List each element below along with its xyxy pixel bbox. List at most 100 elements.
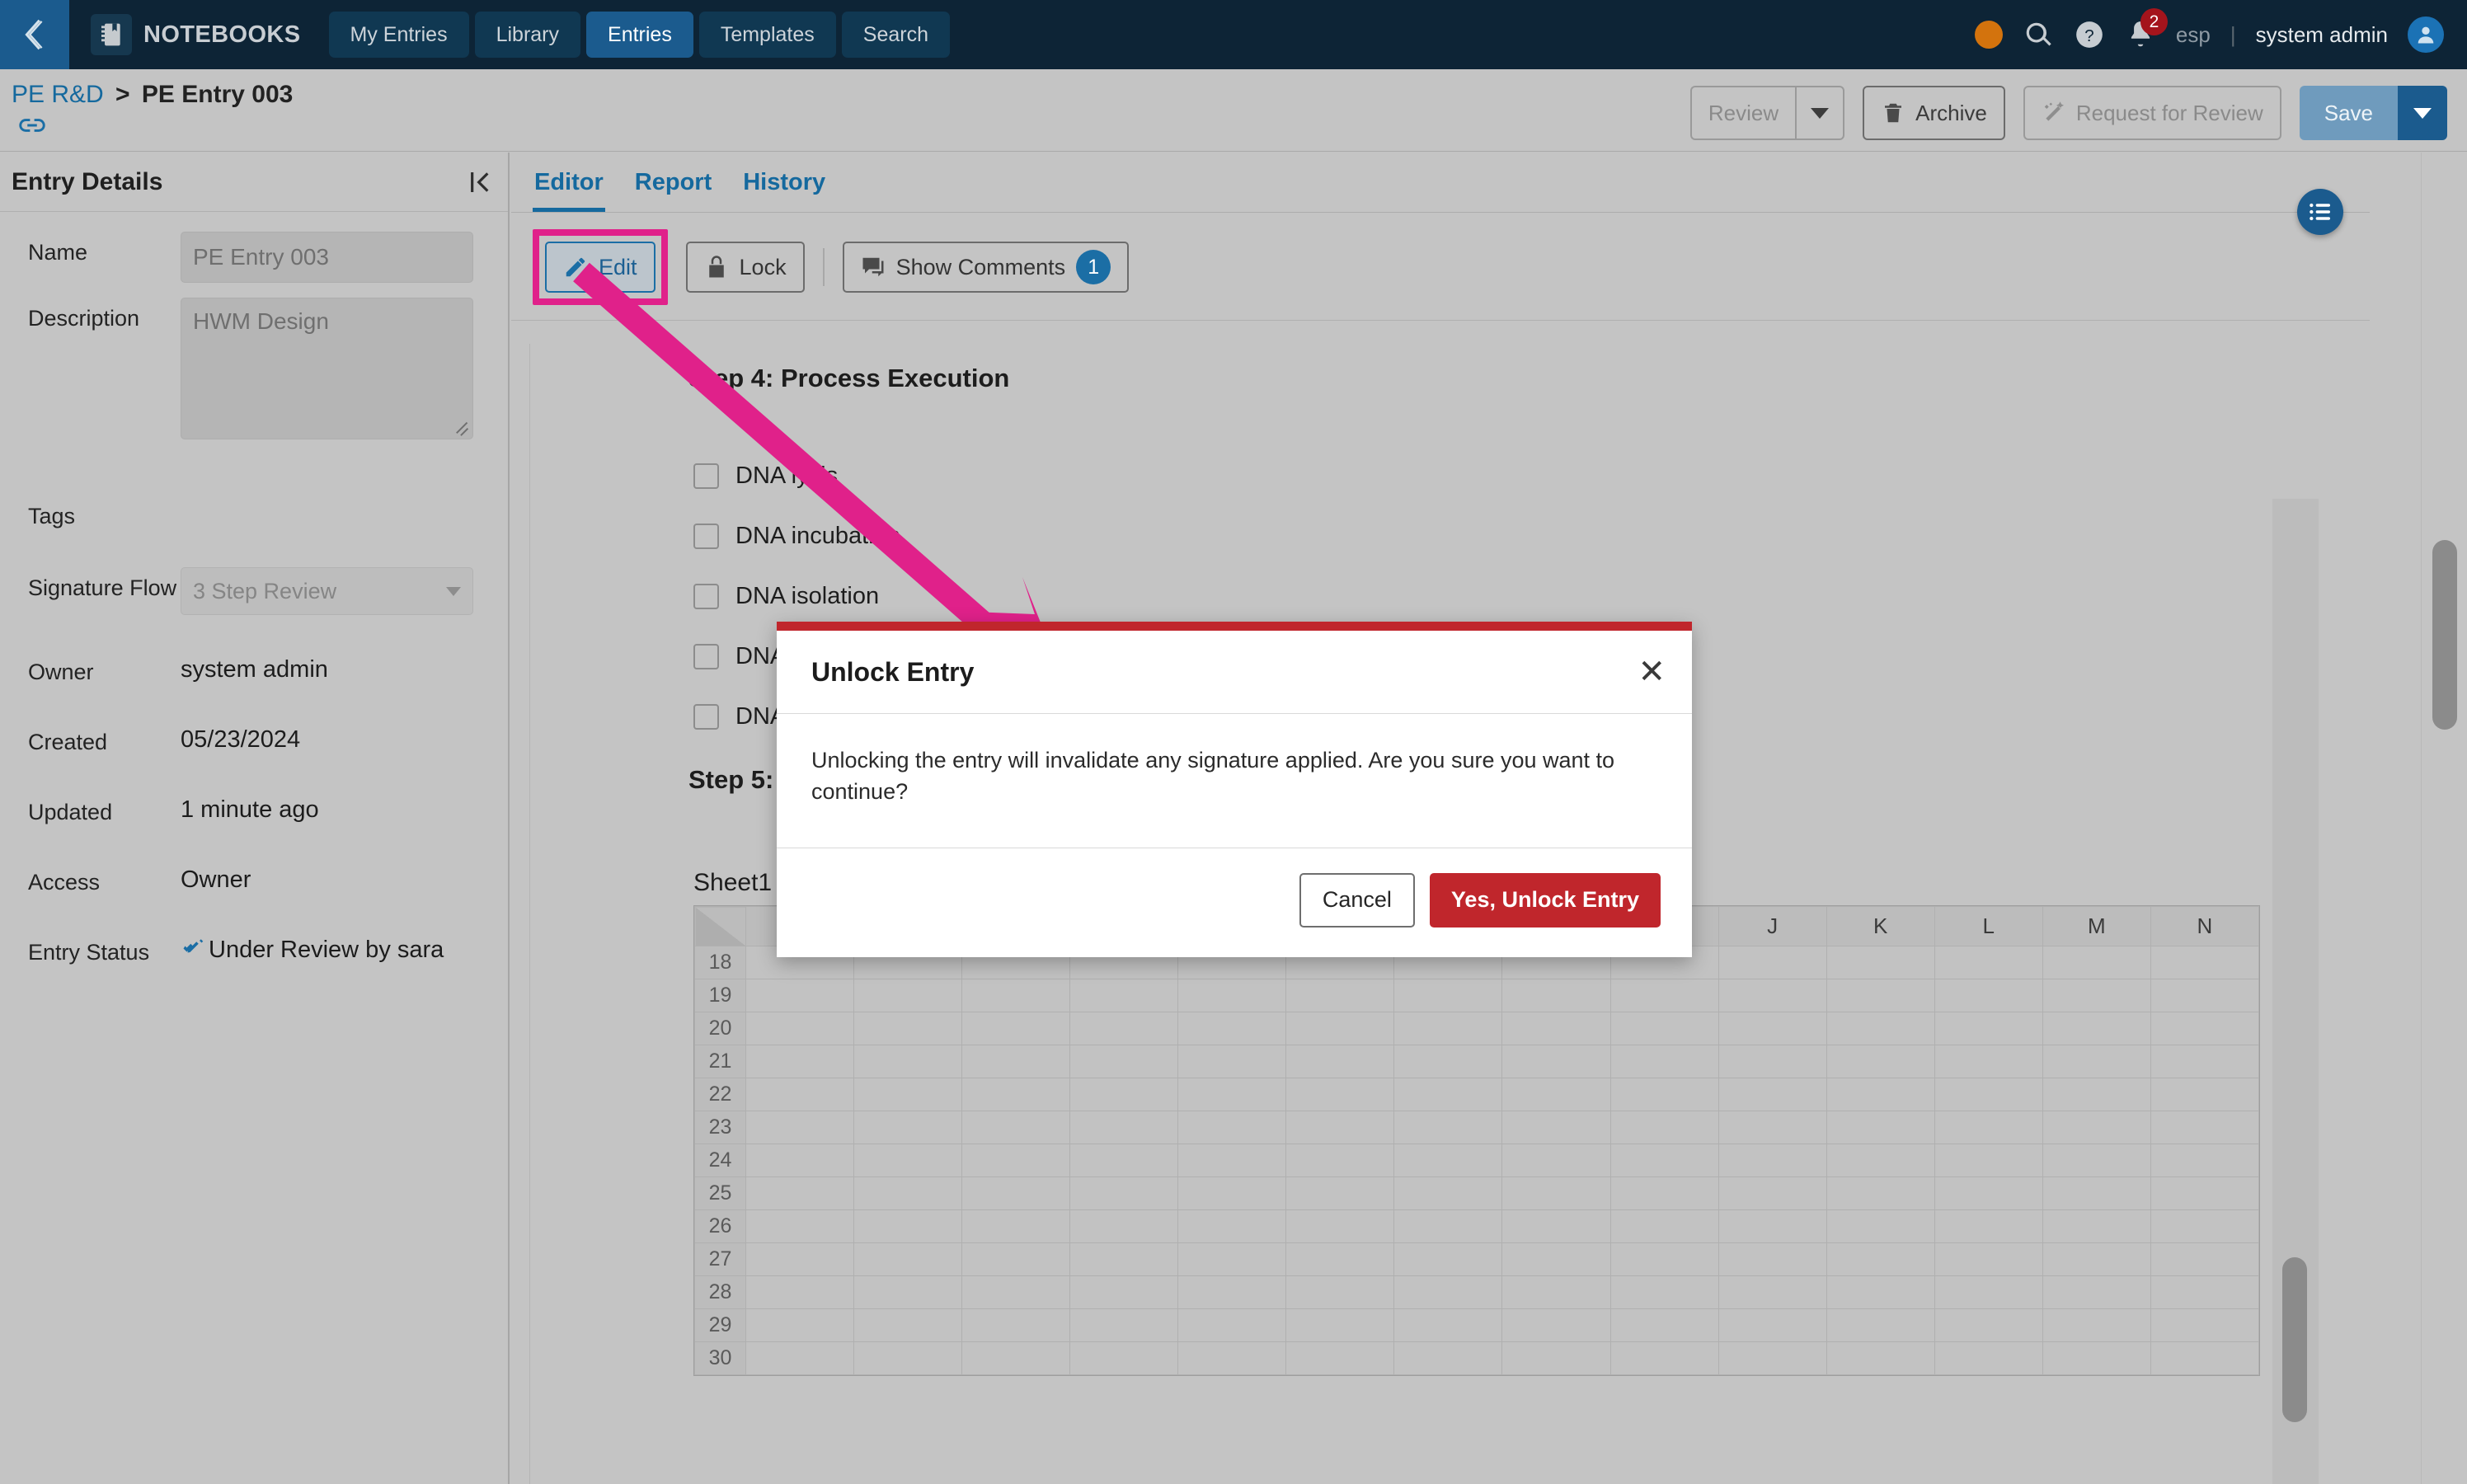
cell-K28[interactable]	[1826, 1275, 1935, 1309]
cell-M18[interactable]	[2042, 946, 2151, 979]
save-button[interactable]: Save	[2299, 86, 2398, 140]
cell-K29[interactable]	[1826, 1308, 1935, 1342]
cell-K30[interactable]	[1826, 1341, 1935, 1375]
cell-B22[interactable]	[853, 1078, 963, 1111]
cell-A20[interactable]	[745, 1012, 855, 1045]
row-header-26[interactable]: 26	[694, 1209, 746, 1243]
cell-K26[interactable]	[1826, 1209, 1935, 1243]
cell-N30[interactable]	[2150, 1341, 2260, 1375]
checkbox-dna-4[interactable]	[693, 644, 719, 669]
cell-C21[interactable]	[961, 1045, 1071, 1078]
row-header-22[interactable]: 22	[694, 1078, 746, 1111]
cell-F24[interactable]	[1285, 1144, 1395, 1177]
spreadsheet-corner-cell[interactable]	[694, 906, 746, 946]
cell-C28[interactable]	[961, 1275, 1071, 1309]
col-header-j[interactable]: J	[1718, 906, 1827, 946]
cell-G28[interactable]	[1393, 1275, 1503, 1309]
cell-K27[interactable]	[1826, 1242, 1935, 1276]
cell-N22[interactable]	[2150, 1078, 2260, 1111]
cell-E27[interactable]	[1177, 1242, 1287, 1276]
cell-F27[interactable]	[1285, 1242, 1395, 1276]
row-header-23[interactable]: 23	[694, 1111, 746, 1144]
nav-tab-templates[interactable]: Templates	[698, 12, 836, 58]
show-comments-button[interactable]: Show Comments 1	[842, 242, 1130, 293]
cell-L24[interactable]	[1934, 1144, 2043, 1177]
cell-A29[interactable]	[745, 1308, 855, 1342]
cell-E26[interactable]	[1177, 1209, 1287, 1243]
cell-L26[interactable]	[1934, 1209, 2043, 1243]
cell-M26[interactable]	[2042, 1209, 2151, 1243]
cell-C23[interactable]	[961, 1111, 1071, 1144]
row-header-19[interactable]: 19	[694, 979, 746, 1012]
cell-A25[interactable]	[745, 1176, 855, 1210]
page-scrollbar-thumb[interactable]	[2432, 540, 2457, 730]
help-circle-icon[interactable]: ?	[2074, 19, 2105, 50]
cell-M20[interactable]	[2042, 1012, 2151, 1045]
cell-A22[interactable]	[745, 1078, 855, 1111]
row-header-27[interactable]: 27	[694, 1242, 746, 1276]
cell-E23[interactable]	[1177, 1111, 1287, 1144]
cell-K23[interactable]	[1826, 1111, 1935, 1144]
cell-D24[interactable]	[1069, 1144, 1179, 1177]
cell-M28[interactable]	[2042, 1275, 2151, 1309]
cell-B27[interactable]	[853, 1242, 963, 1276]
cell-D30[interactable]	[1069, 1341, 1179, 1375]
cell-F19[interactable]	[1285, 979, 1395, 1012]
cell-N20[interactable]	[2150, 1012, 2260, 1045]
cell-E19[interactable]	[1177, 979, 1287, 1012]
link-icon[interactable]	[18, 115, 46, 139]
cell-A19[interactable]	[745, 979, 855, 1012]
cell-I21[interactable]	[1609, 1045, 1719, 1078]
user-avatar-icon[interactable]	[2408, 16, 2444, 53]
cell-K25[interactable]	[1826, 1176, 1935, 1210]
cell-N27[interactable]	[2150, 1242, 2260, 1276]
cell-A28[interactable]	[745, 1275, 855, 1309]
cell-H30[interactable]	[1501, 1341, 1611, 1375]
cell-H26[interactable]	[1501, 1209, 1611, 1243]
cell-D23[interactable]	[1069, 1111, 1179, 1144]
cell-C27[interactable]	[961, 1242, 1071, 1276]
edit-button[interactable]: Edit	[545, 242, 656, 293]
cell-I27[interactable]	[1609, 1242, 1719, 1276]
page-scrollbar-track[interactable]	[2421, 153, 2467, 1484]
cell-B28[interactable]	[853, 1275, 963, 1309]
cell-B21[interactable]	[853, 1045, 963, 1078]
cell-D21[interactable]	[1069, 1045, 1179, 1078]
save-caret-down-icon[interactable]	[2398, 86, 2447, 140]
cell-K18[interactable]	[1826, 946, 1935, 979]
cell-F28[interactable]	[1285, 1275, 1395, 1309]
nav-tab-search[interactable]: Search	[841, 12, 950, 58]
cell-L23[interactable]	[1934, 1111, 2043, 1144]
search-icon[interactable]	[2023, 19, 2054, 50]
cell-L29[interactable]	[1934, 1308, 2043, 1342]
cell-N19[interactable]	[2150, 979, 2260, 1012]
row-header-25[interactable]: 25	[694, 1176, 746, 1210]
cell-D20[interactable]	[1069, 1012, 1179, 1045]
cell-G21[interactable]	[1393, 1045, 1503, 1078]
cell-L28[interactable]	[1934, 1275, 2043, 1309]
cell-B23[interactable]	[853, 1111, 963, 1144]
cell-J25[interactable]	[1718, 1176, 1827, 1210]
cell-F21[interactable]	[1285, 1045, 1395, 1078]
cell-M24[interactable]	[2042, 1144, 2151, 1177]
resize-grip-icon[interactable]	[454, 421, 469, 436]
cell-A23[interactable]	[745, 1111, 855, 1144]
cell-D27[interactable]	[1069, 1242, 1179, 1276]
cell-H24[interactable]	[1501, 1144, 1611, 1177]
collapse-panel-icon[interactable]	[467, 169, 493, 195]
cell-M27[interactable]	[2042, 1242, 2151, 1276]
cell-K20[interactable]	[1826, 1012, 1935, 1045]
cell-B26[interactable]	[853, 1209, 963, 1243]
cell-J29[interactable]	[1718, 1308, 1827, 1342]
cell-G30[interactable]	[1393, 1341, 1503, 1375]
cell-E24[interactable]	[1177, 1144, 1287, 1177]
cell-D29[interactable]	[1069, 1308, 1179, 1342]
cell-G22[interactable]	[1393, 1078, 1503, 1111]
cell-L20[interactable]	[1934, 1012, 2043, 1045]
cell-H28[interactable]	[1501, 1275, 1611, 1309]
cell-D22[interactable]	[1069, 1078, 1179, 1111]
cell-G26[interactable]	[1393, 1209, 1503, 1243]
cell-C22[interactable]	[961, 1078, 1071, 1111]
language-selector[interactable]: esp	[2176, 22, 2211, 48]
cell-E28[interactable]	[1177, 1275, 1287, 1309]
